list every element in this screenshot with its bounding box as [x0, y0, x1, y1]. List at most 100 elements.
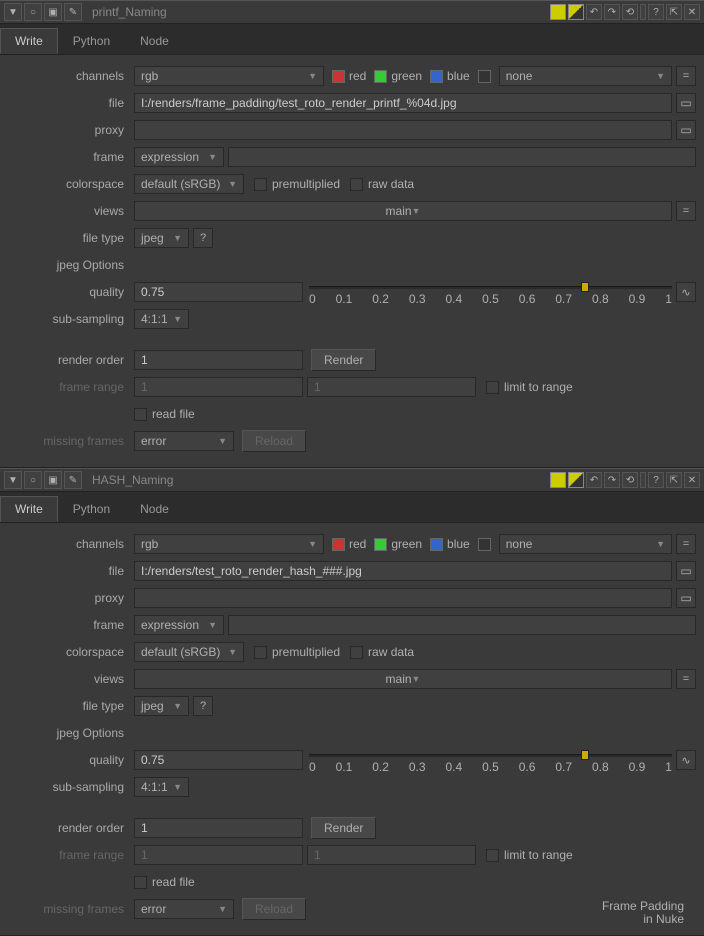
folder-icon[interactable]: ▭ [676, 93, 696, 113]
frame-range-to [307, 845, 476, 865]
blue-swatch-icon[interactable] [430, 538, 443, 551]
red-swatch-icon[interactable] [332, 538, 345, 551]
node-alt-color-icon[interactable] [568, 472, 584, 488]
missing-frames-dropdown: error▼ [134, 899, 234, 919]
channels-extra-dropdown[interactable]: none▼ [499, 534, 672, 554]
colorspace-dropdown[interactable]: default (sRGB)▼ [134, 642, 244, 662]
frame-range-from [134, 845, 303, 865]
render-button[interactable]: Render [311, 349, 376, 371]
redo-icon[interactable]: ↷ [604, 4, 620, 20]
views-eq-button[interactable]: = [676, 201, 696, 221]
filetype-dropdown[interactable]: jpeg▼ [134, 696, 189, 716]
revert-icon[interactable]: ⟲ [622, 4, 638, 20]
limit-range-checkbox[interactable] [486, 381, 499, 394]
quality-input[interactable] [134, 282, 303, 302]
preview-icon[interactable]: ▣ [44, 471, 62, 489]
render-order-input[interactable] [134, 350, 303, 370]
limit-range-checkbox[interactable] [486, 849, 499, 862]
views-dropdown[interactable]: main▼ [134, 201, 672, 221]
wrench-icon[interactable]: ✎ [64, 471, 82, 489]
channels-dropdown[interactable]: rgb▼ [134, 534, 324, 554]
blue-swatch-icon[interactable] [430, 70, 443, 83]
tab-write[interactable]: Write [0, 496, 58, 522]
colorspace-dropdown[interactable]: default (sRGB)▼ [134, 174, 244, 194]
titlebar: ▼ ○ ▣ ✎ HASH_Naming ↶ ↷ ⟲ ? ⇱ ✕ [0, 468, 704, 492]
render-order-label: render order [8, 353, 134, 367]
quality-curve-icon[interactable]: ∿ [676, 750, 696, 770]
readfile-checkbox[interactable] [134, 876, 147, 889]
quality-slider[interactable]: 00.10.20.30.40.50.60.70.80.91 [309, 750, 672, 770]
undo-icon[interactable]: ↶ [586, 472, 602, 488]
filetype-help-button[interactable]: ? [193, 228, 213, 248]
float-icon[interactable]: ⇱ [666, 4, 682, 20]
channels-extra-dropdown[interactable]: none▼ [499, 66, 672, 86]
app-root: ▼ ○ ▣ ✎ printf_Naming ↶ ↷ ⟲ ? ⇱ ✕ Write … [0, 0, 704, 936]
help-icon[interactable]: ? [648, 4, 664, 20]
channels-eq-button[interactable]: = [676, 534, 696, 554]
frame-range-label: frame range [8, 848, 134, 862]
close-icon[interactable]: ✕ [684, 4, 700, 20]
filetype-help-button[interactable]: ? [193, 696, 213, 716]
pin-icon[interactable]: ○ [24, 471, 42, 489]
help-icon[interactable]: ? [648, 472, 664, 488]
node-color-icon[interactable] [550, 472, 566, 488]
wrench-icon[interactable]: ✎ [64, 3, 82, 21]
collapse-icon[interactable]: ▼ [4, 3, 22, 21]
folder-icon[interactable]: ▭ [676, 120, 696, 140]
render-order-input[interactable] [134, 818, 303, 838]
rawdata-checkbox[interactable] [350, 178, 363, 191]
frame-dropdown[interactable]: expression▼ [134, 147, 224, 167]
tab-node[interactable]: Node [125, 496, 184, 522]
premult-checkbox[interactable] [254, 178, 267, 191]
tab-python[interactable]: Python [58, 496, 125, 522]
node-color-icon[interactable] [550, 4, 566, 20]
channels-eq-button[interactable]: = [676, 66, 696, 86]
subsampling-dropdown[interactable]: 4:1:1▼ [134, 777, 189, 797]
tab-write[interactable]: Write [0, 28, 58, 54]
folder-icon[interactable]: ▭ [676, 588, 696, 608]
render-button[interactable]: Render [311, 817, 376, 839]
tab-python[interactable]: Python [58, 28, 125, 54]
close-icon[interactable]: ✕ [684, 472, 700, 488]
missing-frames-label: missing frames [8, 902, 134, 916]
folder-icon[interactable]: ▭ [676, 561, 696, 581]
undo-icon[interactable]: ↶ [586, 4, 602, 20]
pin-icon[interactable]: ○ [24, 3, 42, 21]
quality-curve-icon[interactable]: ∿ [676, 282, 696, 302]
proxy-input[interactable] [134, 120, 672, 140]
none-swatch-icon[interactable] [478, 538, 491, 551]
filetype-label: file type [8, 231, 134, 245]
subsampling-dropdown[interactable]: 4:1:1▼ [134, 309, 189, 329]
float-icon[interactable]: ⇱ [666, 472, 682, 488]
readfile-checkbox[interactable] [134, 408, 147, 421]
premult-checkbox[interactable] [254, 646, 267, 659]
quality-slider[interactable]: 00.10.20.30.40.50.60.70.80.91 [309, 282, 672, 302]
proxy-label: proxy [8, 591, 134, 605]
views-eq-button[interactable]: = [676, 669, 696, 689]
file-input[interactable] [134, 93, 672, 113]
green-swatch-icon[interactable] [374, 70, 387, 83]
none-swatch-icon[interactable] [478, 70, 491, 83]
red-swatch-icon[interactable] [332, 70, 345, 83]
rawdata-checkbox[interactable] [350, 646, 363, 659]
preview-icon[interactable]: ▣ [44, 3, 62, 21]
frame-dropdown[interactable]: expression▼ [134, 615, 224, 635]
channels-dropdown[interactable]: rgb▼ [134, 66, 324, 86]
green-label: green [391, 69, 422, 83]
frame-input[interactable] [228, 147, 696, 167]
quality-input[interactable] [134, 750, 303, 770]
render-order-label: render order [8, 821, 134, 835]
frame-label: frame [8, 618, 134, 632]
green-swatch-icon[interactable] [374, 538, 387, 551]
filetype-dropdown[interactable]: jpeg▼ [134, 228, 189, 248]
views-dropdown[interactable]: main▼ [134, 669, 672, 689]
frame-input[interactable] [228, 615, 696, 635]
redo-icon[interactable]: ↷ [604, 472, 620, 488]
revert-icon[interactable]: ⟲ [622, 472, 638, 488]
file-input[interactable] [134, 561, 672, 581]
collapse-icon[interactable]: ▼ [4, 471, 22, 489]
proxy-input[interactable] [134, 588, 672, 608]
node-alt-color-icon[interactable] [568, 4, 584, 20]
tab-node[interactable]: Node [125, 28, 184, 54]
colorspace-label: colorspace [8, 645, 134, 659]
